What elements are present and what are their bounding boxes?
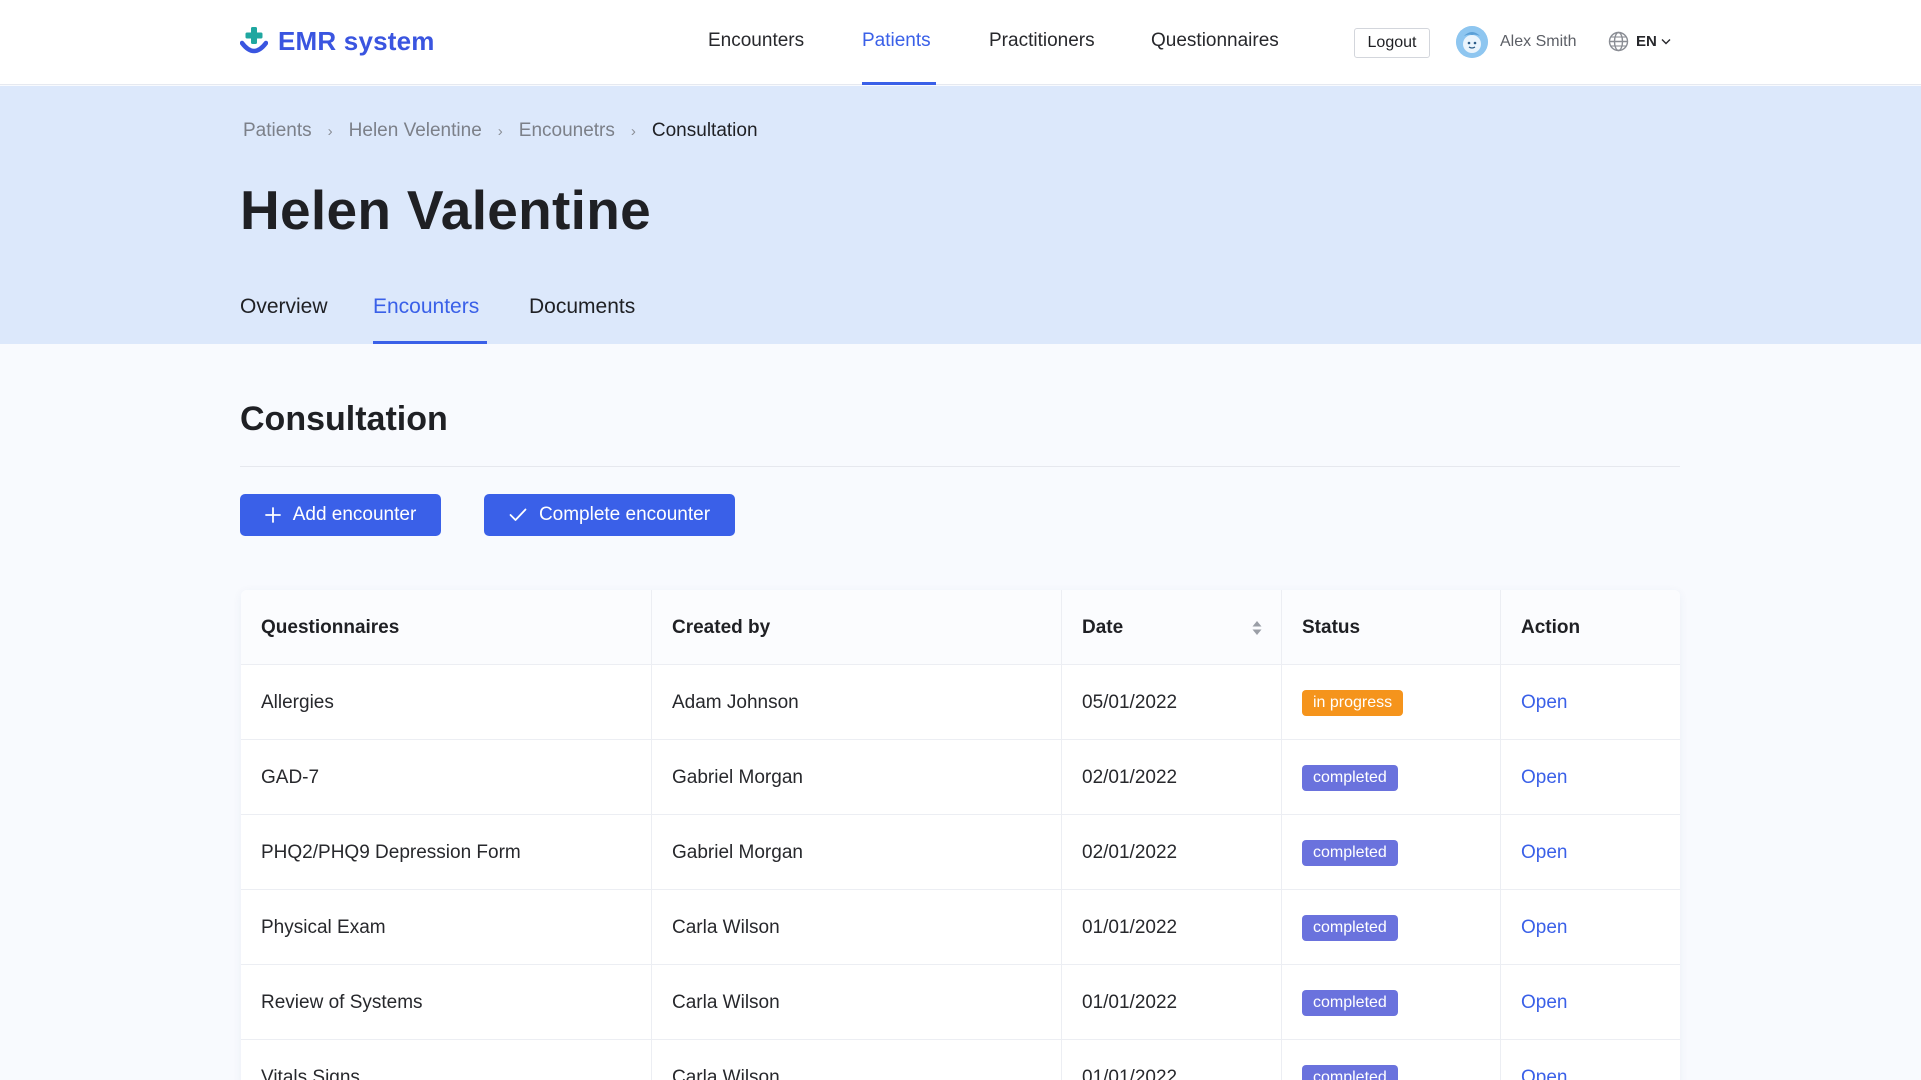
sort-icon[interactable] [1251,619,1263,637]
column-header-created-by: Created by [651,590,1061,665]
tab-active-indicator [373,341,487,344]
column-header-status: Status [1281,590,1500,665]
logo[interactable]: EMR system [240,26,435,57]
nav-active-indicator [862,82,936,85]
chevron-right-icon: › [327,122,333,140]
status-badge: in progress [1302,689,1404,716]
cell-date: 02/01/2022 [1061,740,1281,815]
user-menu[interactable]: Alex Smith [1456,26,1576,58]
cell-action: Open [1500,665,1680,740]
page-title: Helen Valentine [240,179,652,241]
column-header-date-label: Date [1082,616,1124,638]
status-badge: completed [1302,989,1398,1016]
cell-action: Open [1500,965,1680,1040]
plus-icon [264,507,281,523]
cell-questionnaire: Vitals Signs [261,1066,360,1080]
cell-status: completed [1281,740,1500,815]
breadcrumb-item-patients[interactable]: Patients [243,120,312,142]
table-row: GAD-7 Gabriel Morgan 02/01/2022 complete… [241,740,1680,815]
cell-status: completed [1281,1040,1500,1080]
open-link[interactable]: Open [1521,917,1567,939]
patient-header: Patients › Helen Velentine › Encounetrs … [0,86,1921,344]
chevron-down-icon [1661,39,1671,45]
section-title: Consultation [240,400,448,438]
add-encounter-label: Add encounter [292,504,417,525]
cell-created-by: Carla Wilson [651,965,1061,1040]
open-link[interactable]: Open [1521,692,1567,714]
nav-item-practitioners[interactable]: Practitioners [989,30,1095,52]
logo-icon [240,26,268,53]
open-link[interactable]: Open [1521,767,1567,789]
breadcrumb-item-encounters[interactable]: Encounetrs [519,120,615,142]
logout-button[interactable]: Logout [1354,28,1430,58]
table-row: Physical Exam Carla Wilson 01/01/2022 co… [241,890,1680,965]
check-icon [509,508,527,521]
column-header-action: Action [1500,590,1680,665]
status-badge: completed [1302,839,1398,866]
status-badge: completed [1302,764,1398,791]
add-encounter-button[interactable]: Add encounter [240,494,441,536]
cell-status: completed [1281,965,1500,1040]
chevron-right-icon: › [497,122,503,140]
cell-action: Open [1500,890,1680,965]
cell-date: 01/01/2022 [1061,1040,1281,1080]
cell-action: Open [1500,1040,1680,1080]
chevron-right-icon: › [630,122,636,140]
breadcrumb: Patients › Helen Velentine › Encounetrs … [243,120,758,142]
cell-status: in progress [1281,665,1500,740]
table-row: Vitals Signs Carla Wilson 01/01/2022 com… [241,1040,1680,1080]
cell-created-by: Carla Wilson [651,890,1061,965]
cell-status: completed [1281,890,1500,965]
breadcrumb-item-patient[interactable]: Helen Velentine [349,120,482,142]
cell-questionnaire: Review of Systems [261,991,423,1013]
tab-overview[interactable]: Overview [240,295,328,319]
globe-icon [1608,31,1629,52]
cell-questionnaire: Physical Exam [261,916,386,938]
cell-questionnaire: PHQ2/PHQ9 Depression Form [261,841,521,863]
cell-date: 01/01/2022 [1061,965,1281,1040]
language-code: EN [1636,33,1657,50]
nav-item-encounters[interactable]: Encounters [708,30,804,52]
open-link[interactable]: Open [1521,842,1567,864]
cell-date: 05/01/2022 [1061,665,1281,740]
top-header: EMR system Encounters Patients Practitio… [0,0,1921,85]
nav-item-patients[interactable]: Patients [862,30,931,52]
nav-item-questionnaires[interactable]: Questionnaires [1151,30,1279,52]
complete-encounter-button[interactable]: Complete encounter [484,494,735,536]
cell-action: Open [1500,740,1680,815]
open-link[interactable]: Open [1521,992,1567,1014]
cell-created-by: Gabriel Morgan [651,815,1061,890]
avatar-icon [1456,26,1488,58]
table-row: Review of Systems Carla Wilson 01/01/202… [241,965,1680,1040]
cell-action: Open [1500,815,1680,890]
cell-created-by: Gabriel Morgan [651,740,1061,815]
cell-questionnaire: Allergies [261,691,334,713]
cell-date: 01/01/2022 [1061,890,1281,965]
open-link[interactable]: Open [1521,1067,1567,1080]
column-header-date[interactable]: Date [1061,590,1281,665]
table-header-row: Questionnaires Created by Date Status Ac… [241,590,1680,665]
status-badge: completed [1302,914,1398,941]
cell-created-by: Carla Wilson [651,1040,1061,1080]
language-selector[interactable]: EN [1608,31,1671,52]
breadcrumb-item-current: Consultation [651,120,758,141]
table-row: Allergies Adam Johnson 05/01/2022 in pro… [241,665,1680,740]
cell-questionnaire: GAD-7 [261,766,320,788]
user-name: Alex Smith [1500,33,1577,50]
column-header-questionnaires: Questionnaires [261,616,400,638]
logo-text: EMR system [278,26,435,56]
tab-encounters[interactable]: Encounters [373,295,479,319]
cell-status: completed [1281,815,1500,890]
table-row: PHQ2/PHQ9 Depression Form Gabriel Morgan… [241,815,1680,890]
questionnaires-table: Questionnaires Created by Date Status Ac… [241,590,1680,1080]
tab-documents[interactable]: Documents [529,295,635,319]
complete-encounter-label: Complete encounter [538,504,711,525]
cell-created-by: Adam Johnson [651,665,1061,740]
status-badge: completed [1302,1064,1398,1080]
cell-date: 02/01/2022 [1061,815,1281,890]
divider [240,466,1680,467]
